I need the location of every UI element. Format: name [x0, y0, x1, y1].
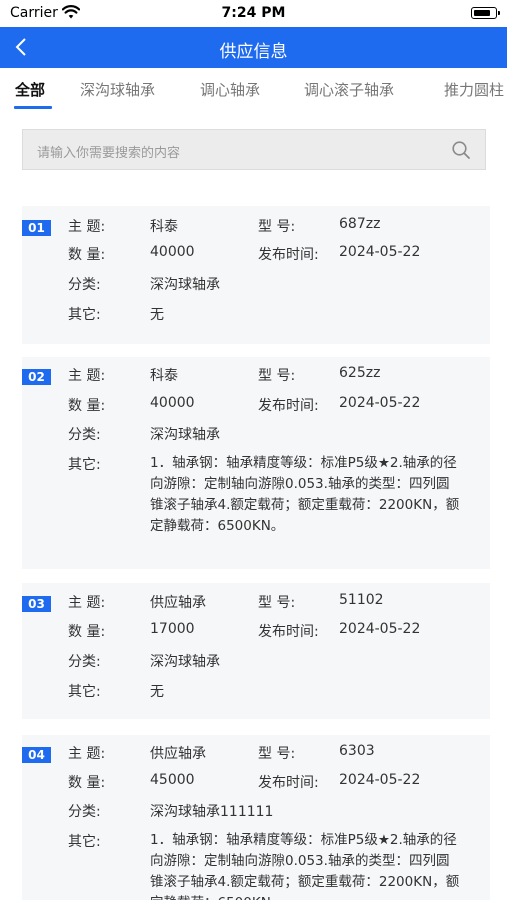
publish-time-value: 2024-05-22 [339, 621, 421, 637]
category-value: 深沟球轴承 [150, 654, 220, 670]
publish-time-value: 2024-05-22 [339, 395, 421, 411]
other-value: 1．轴承钢：轴承精度等级：标准P5级★2.轴承的径向游隙：定制轴向游隙0.053… [150, 455, 460, 534]
battery-icon [471, 7, 500, 19]
active-tab-indicator [14, 106, 52, 109]
model-value: 625zz [339, 365, 381, 381]
subject-value: 供应轴承 [150, 595, 206, 611]
tab-all[interactable]: 全部 [15, 79, 45, 100]
subject-label: 主 题: [68, 219, 106, 235]
item-index-badge: 02 [22, 369, 51, 385]
model-label: 型 号: [258, 595, 296, 611]
quantity-value: 17000 [150, 621, 195, 637]
model-label: 型 号: [258, 746, 296, 762]
publish-time-label: 发布时间: [258, 247, 319, 263]
supply-card[interactable]: 01 主 题: 科泰 型 号: 687zz 数 量: 40000 发布时间: 2… [22, 206, 490, 344]
search-input[interactable]: 请输入你需要搜索的内容 [22, 129, 486, 170]
quantity-label: 数 量: [68, 775, 106, 791]
subject-value: 科泰 [150, 368, 178, 384]
tab-thrust-cylindrical[interactable]: 推力圆柱 [444, 79, 504, 100]
other-value: 1．轴承钢：轴承精度等级：标准P5级★2.轴承的径向游隙：定制轴向游隙0.053… [150, 832, 460, 900]
subject-value: 科泰 [150, 219, 178, 235]
quantity-value: 40000 [150, 244, 195, 260]
search-placeholder: 请输入你需要搜索的内容 [37, 146, 181, 161]
other-label: 其它: [68, 834, 101, 850]
category-value: 深沟球轴承 [150, 277, 220, 293]
tab-self-aligning[interactable]: 调心轴承 [200, 79, 260, 100]
subject-label: 主 题: [68, 595, 106, 611]
clock: 7:24 PM [221, 5, 286, 21]
page-title: 供应信息 [219, 42, 288, 62]
category-label: 分类: [68, 804, 101, 820]
supply-card[interactable]: 04 主 题: 供应轴承 型 号: 6303 数 量: 45000 发布时间: … [22, 735, 490, 900]
model-value: 51102 [339, 592, 384, 608]
tab-spherical-roller[interactable]: 调心滚子轴承 [304, 79, 394, 100]
supply-card[interactable]: 02 主 题: 科泰 型 号: 625zz 数 量: 40000 发布时间: 2… [22, 357, 490, 569]
category-label: 分类: [68, 654, 101, 670]
other-label: 其它: [68, 684, 101, 700]
category-label: 分类: [68, 277, 101, 293]
status-bar: Carrier 7:24 PM [0, 0, 507, 27]
tab-deep-groove[interactable]: 深沟球轴承 [80, 79, 155, 100]
subject-value: 供应轴承 [150, 746, 206, 762]
quantity-label: 数 量: [68, 624, 106, 640]
category-value: 深沟球轴承 [150, 427, 220, 443]
publish-time-label: 发布时间: [258, 775, 319, 791]
subject-label: 主 题: [68, 368, 106, 384]
item-index-badge: 04 [22, 747, 51, 763]
quantity-value: 45000 [150, 772, 195, 788]
quantity-label: 数 量: [68, 398, 106, 414]
other-label: 其它: [68, 307, 101, 323]
publish-time-label: 发布时间: [258, 398, 319, 414]
quantity-value: 40000 [150, 395, 195, 411]
supply-card[interactable]: 03 主 题: 供应轴承 型 号: 51102 数 量: 17000 发布时间:… [22, 583, 490, 719]
model-value: 6303 [339, 743, 375, 759]
subject-label: 主 题: [68, 746, 106, 762]
quantity-label: 数 量: [68, 247, 106, 263]
publish-time-value: 2024-05-22 [339, 244, 421, 260]
category-tabs: 全部 深沟球轴承 调心轴承 调心滚子轴承 推力圆柱 [0, 68, 507, 112]
other-value: 无 [150, 307, 164, 323]
other-label: 其它: [68, 457, 101, 473]
category-label: 分类: [68, 427, 101, 443]
model-label: 型 号: [258, 219, 296, 235]
model-label: 型 号: [258, 368, 296, 384]
item-index-badge: 01 [22, 220, 51, 236]
publish-time-label: 发布时间: [258, 624, 319, 640]
search-icon[interactable] [451, 140, 471, 160]
nav-bar: 供应信息 [0, 27, 507, 68]
other-value: 无 [150, 684, 164, 700]
category-value: 深沟球轴承111111 [150, 804, 274, 820]
item-index-badge: 03 [22, 596, 51, 612]
model-value: 687zz [339, 216, 381, 232]
publish-time-value: 2024-05-22 [339, 772, 421, 788]
